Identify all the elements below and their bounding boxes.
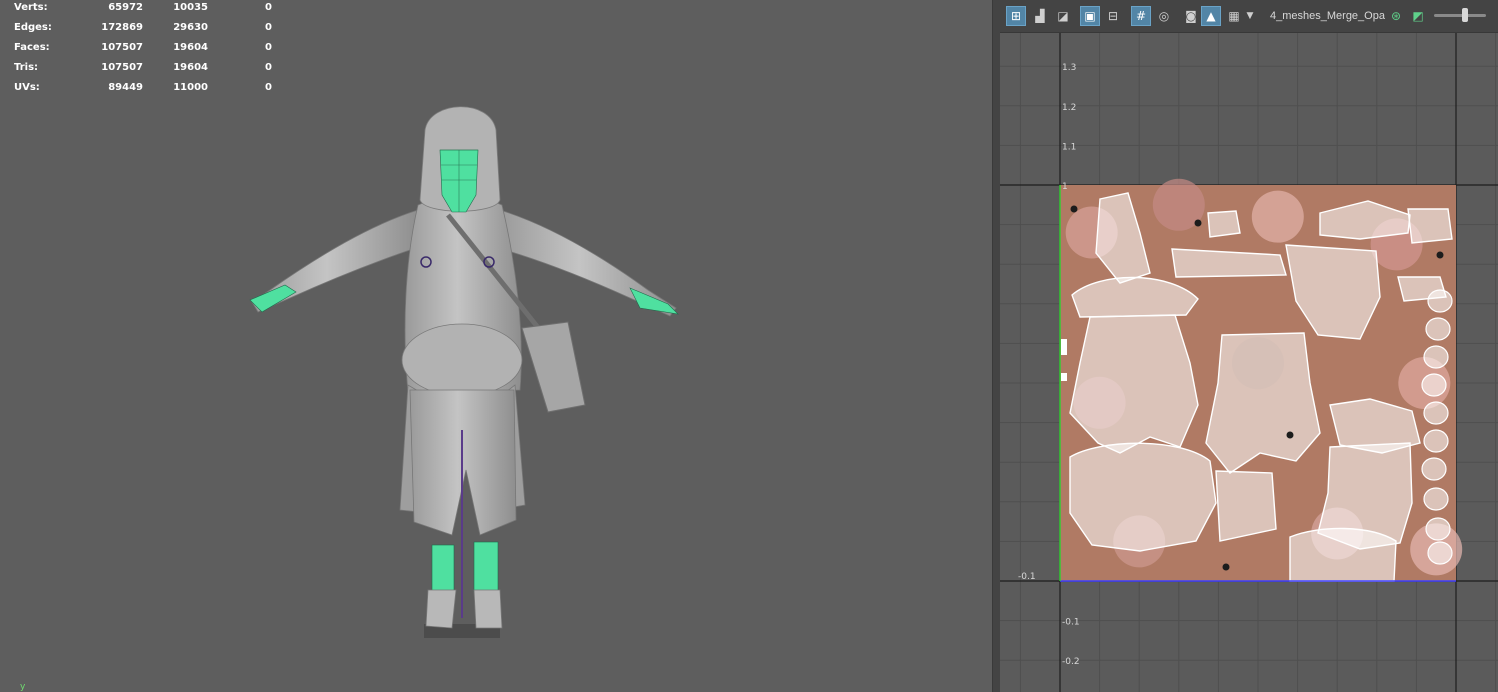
color-management-icon[interactable]: ◩ xyxy=(1408,6,1428,26)
uv-shell xyxy=(1421,373,1447,397)
uv-border-icon[interactable]: ⊟ xyxy=(1103,6,1123,26)
dropdown-arrow-icon[interactable]: ▼ xyxy=(1244,6,1256,26)
uv-shell xyxy=(1421,457,1447,481)
perspective-viewport[interactable]: Verts: 65972 10035 0 Edges: 172869 29630… xyxy=(0,0,992,692)
texture-name-field[interactable]: 4_meshes_Merge_Opa xyxy=(1270,10,1386,22)
uv-grid-label: -0.2 xyxy=(1062,657,1080,667)
grid-toggle-icon[interactable]: # xyxy=(1131,6,1151,26)
uv-grid-label: 1.2 xyxy=(1062,103,1076,113)
uv-shell xyxy=(1289,527,1397,582)
uv-shell xyxy=(1205,332,1321,474)
image-display-icon[interactable]: ▲ xyxy=(1201,6,1221,26)
uv-pin-marker xyxy=(1222,563,1230,571)
left-sock xyxy=(431,544,455,594)
uv-shell xyxy=(1427,289,1453,313)
shoulder-bag xyxy=(521,321,586,413)
uv-grid-label: -0.1 xyxy=(1062,618,1080,628)
uv-shell xyxy=(1423,429,1449,453)
uv-shell xyxy=(1407,208,1453,244)
uv-edge-mark xyxy=(1061,339,1067,355)
zoom-slider-handle[interactable] xyxy=(1461,8,1468,22)
uv-shell xyxy=(1069,314,1199,454)
uv-grid-label: 1.3 xyxy=(1062,63,1076,73)
uv-shell xyxy=(1425,317,1451,341)
uv-shell xyxy=(1069,442,1217,552)
uv-toolbar: ⊞ ▟ ◪ ▣ ⊟ # ◎ ◙ ▲ ▦ ▼ 4_meshes_Merge_Opa… xyxy=(1000,0,1498,33)
right-sock xyxy=(473,541,499,593)
uv-pin-marker xyxy=(1194,219,1202,227)
right-shoe xyxy=(473,589,503,629)
uv-shell xyxy=(1423,345,1449,369)
uv-shell xyxy=(1215,470,1277,542)
uv-shell xyxy=(1425,517,1451,541)
uv-shell-icon[interactable]: ◪ xyxy=(1053,6,1073,26)
zoom-slider-track[interactable] xyxy=(1434,14,1486,17)
right-hand xyxy=(629,287,679,315)
uv-corner-label: -0.1 xyxy=(1018,572,1036,582)
uv-pin-marker xyxy=(1070,205,1078,213)
uv-shell xyxy=(1427,541,1453,565)
uv-shell xyxy=(1423,401,1449,425)
checker-icon[interactable]: ▦ xyxy=(1224,6,1244,26)
uv-pin-marker xyxy=(1286,431,1294,439)
character-model[interactable] xyxy=(0,0,992,692)
snapshot-icon[interactable]: ◙ xyxy=(1181,6,1201,26)
uv-edge-mark xyxy=(1061,373,1067,381)
pixel-snap-icon[interactable]: ◎ xyxy=(1154,6,1174,26)
uv-shell xyxy=(1423,487,1449,511)
texture-blob xyxy=(1251,190,1304,243)
uv-canvas[interactable]: 1.3 1.2 1.1 1 -0.1 -0.2 -0.1 xyxy=(1000,33,1498,692)
uv-grid-label: 1.1 xyxy=(1062,142,1076,152)
uv-editor-panel[interactable]: ⊞ ▟ ◪ ▣ ⊟ # ◎ ◙ ▲ ▦ ▼ 4_meshes_Merge_Opa… xyxy=(1000,0,1498,692)
hoodie-pocket xyxy=(401,323,523,397)
uv-grid-label: 1 xyxy=(1062,182,1068,192)
axis-indicator: y xyxy=(20,682,26,692)
uv-shell xyxy=(1207,210,1241,238)
uv-pin-marker xyxy=(1436,251,1444,259)
wireframe-toggle-icon[interactable]: ▣ xyxy=(1080,6,1100,26)
exposure-icon[interactable]: ⊛ xyxy=(1386,6,1406,26)
uv-component-select-icon[interactable]: ▟ xyxy=(1030,6,1050,26)
uv-shell-select-icon[interactable]: ⊞ xyxy=(1006,6,1026,26)
left-shoe xyxy=(425,589,457,629)
